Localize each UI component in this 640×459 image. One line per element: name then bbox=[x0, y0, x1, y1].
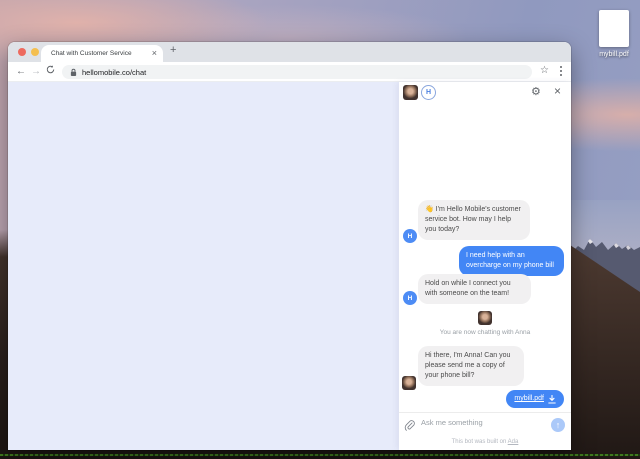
browser-menu-icon[interactable] bbox=[560, 66, 562, 76]
lock-icon bbox=[70, 68, 77, 76]
bookmark-star-icon[interactable]: ☆ bbox=[540, 65, 549, 76]
chat-status-text: You are now chatting with Anna bbox=[439, 329, 531, 336]
forward-icon[interactable]: → bbox=[31, 65, 41, 78]
bot-avatar: H bbox=[421, 85, 436, 100]
agent-avatar bbox=[403, 85, 418, 100]
user-file-message[interactable]: mybill.pdf bbox=[506, 390, 564, 408]
pdf-document-icon bbox=[599, 10, 629, 47]
tab-title: Chat with Customer Service bbox=[51, 50, 132, 57]
tab-bar: Chat with Customer Service × + bbox=[8, 42, 571, 62]
bot-message-avatar: H bbox=[403, 229, 417, 243]
reload-icon[interactable] bbox=[46, 65, 55, 78]
back-icon[interactable]: ← bbox=[16, 65, 26, 78]
browser-toolbar: ← → hellomobile.co/chat ☆ bbox=[8, 62, 571, 82]
agent-message-avatar bbox=[402, 376, 416, 390]
desktop-file-label: mybill.pdf bbox=[599, 51, 629, 58]
chat-input-row: ↑ bbox=[399, 412, 571, 436]
ada-link[interactable]: Ada bbox=[508, 439, 519, 445]
screen: mybill.pdf Chat with Customer Service × … bbox=[0, 0, 640, 459]
user-message: I need help with an overcharge on my pho… bbox=[459, 246, 564, 276]
agent-joined-avatar bbox=[478, 311, 492, 325]
chat-footer: This bot was built on Ada bbox=[399, 439, 571, 445]
close-window-button[interactable] bbox=[18, 48, 26, 56]
chat-close-icon[interactable]: × bbox=[554, 84, 561, 98]
settings-gear-icon[interactable]: ⚙ bbox=[531, 85, 541, 98]
browser-window: Chat with Customer Service × + ← → hello… bbox=[8, 42, 571, 450]
minimize-window-button[interactable] bbox=[31, 48, 39, 56]
attachment-paperclip-icon[interactable] bbox=[404, 420, 415, 433]
download-icon bbox=[548, 394, 556, 404]
new-tab-button[interactable]: + bbox=[170, 44, 176, 56]
bot-message-avatar: H bbox=[403, 291, 417, 305]
chat-header: H ⚙ × bbox=[399, 82, 571, 104]
chat-panel: H ⚙ × 👋 I'm Hello Mobile's customer serv… bbox=[399, 82, 571, 450]
bot-message: Hold on while I connect you with someone… bbox=[418, 274, 531, 304]
footer-text: This bot was built on bbox=[451, 439, 508, 445]
mountain-scenery bbox=[570, 200, 640, 459]
desktop-file-mybill[interactable]: mybill.pdf bbox=[586, 10, 640, 58]
url-text: hellomobile.co/chat bbox=[82, 67, 147, 77]
bot-message: 👋 I'm Hello Mobile's customer service bo… bbox=[418, 200, 530, 240]
file-name-link[interactable]: mybill.pdf bbox=[514, 394, 544, 404]
green-glitch-line bbox=[0, 454, 640, 456]
webpage-body: H ⚙ × 👋 I'm Hello Mobile's customer serv… bbox=[8, 82, 571, 450]
address-bar[interactable]: hellomobile.co/chat bbox=[62, 65, 532, 79]
send-button[interactable]: ↑ bbox=[551, 418, 565, 432]
message-input[interactable] bbox=[421, 418, 539, 427]
tab-close-icon[interactable]: × bbox=[152, 49, 157, 58]
browser-tab[interactable]: Chat with Customer Service × bbox=[41, 45, 163, 62]
agent-message: Hi there, I'm Anna! Can you please send … bbox=[418, 346, 524, 386]
